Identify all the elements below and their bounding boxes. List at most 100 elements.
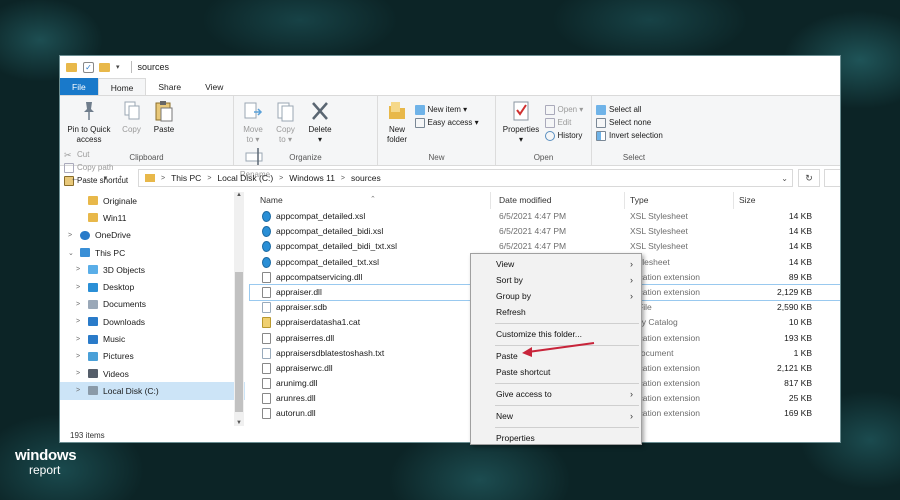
menu-item-label: New [496, 411, 514, 421]
properties-button[interactable]: Properties ▾ [500, 100, 542, 145]
breadcrumb-windows-11[interactable]: Windows 11 [289, 173, 335, 183]
nav-item-downloads[interactable]: > Downloads [60, 313, 245, 330]
address-dropdown-icon[interactable]: ⌄ [781, 174, 788, 183]
menu-item-label: Paste [496, 351, 518, 361]
quick-access-dropdown-icon[interactable]: ▾ [116, 63, 120, 71]
paste-label: Paste [153, 125, 175, 134]
new-item-icon [414, 104, 425, 115]
select-none-button[interactable]: Select none [596, 116, 663, 129]
invert-selection-icon [596, 130, 606, 141]
tab-view[interactable]: View [193, 78, 235, 95]
nav-item-label: 3D Objects [103, 264, 146, 275]
delete-label-2: ▾ [318, 135, 323, 144]
move-to-button[interactable]: Move to ▾ [238, 100, 268, 145]
column-divider[interactable] [624, 192, 625, 209]
nav-item-pictures[interactable]: > Pictures [60, 348, 245, 365]
nav-item-3d-objects[interactable]: >3D Objects [60, 261, 245, 278]
nav-item-documents[interactable]: > Documents [60, 296, 245, 313]
expand-icon[interactable]: > [76, 284, 80, 291]
menu-item-refresh[interactable]: Refresh [471, 304, 641, 320]
submenu-arrow-icon: › [630, 389, 633, 399]
breadcrumb-sources[interactable]: sources [351, 173, 381, 183]
status-bar: 193 items [70, 431, 105, 440]
file-size: 14 KB [788, 241, 812, 252]
tab-share[interactable]: Share [146, 78, 193, 95]
column-date-modified[interactable]: Date modified [499, 195, 551, 205]
nav-item-music[interactable]: > Music [60, 330, 245, 347]
new-folder-quick-icon[interactable] [99, 62, 110, 72]
easy-access-label: Easy access ▾ [427, 118, 479, 127]
nav-item-desktop[interactable]: > Desktop [60, 278, 245, 295]
menu-item-sort-by[interactable]: Sort by › [471, 272, 641, 288]
pin-quick-access-button[interactable]: Pin to Quick access [64, 100, 114, 145]
column-size[interactable]: Size [739, 195, 756, 205]
delete-button[interactable]: Delete ▾ [303, 100, 337, 145]
invert-selection-button[interactable]: Invert selection [596, 129, 663, 142]
table-row[interactable]: appcompat_detailed.xsl 6/5/2021 4:47 PM XS… [250, 209, 840, 224]
new-item-button[interactable]: New item ▾ [414, 103, 479, 116]
breadcrumb-local-disk[interactable]: Local Disk (C:) [217, 173, 273, 183]
column-type[interactable]: Type [630, 195, 648, 205]
expand-icon[interactable]: > [76, 266, 80, 273]
search-input[interactable] [824, 169, 840, 187]
address-bar[interactable]: > This PC > Local Disk (C:) > Windows 11… [138, 169, 793, 187]
copy-to-button[interactable]: Copy to ▾ [271, 100, 301, 145]
edit-button[interactable]: Edit [544, 116, 584, 129]
open-button[interactable]: Open ▾ [544, 103, 583, 116]
back-arrow-icon[interactable]: ← [68, 173, 83, 184]
column-divider[interactable] [733, 192, 734, 209]
tab-home[interactable]: Home [97, 78, 147, 95]
column-divider[interactable] [490, 192, 491, 209]
menu-item-properties[interactable]: Properties [471, 430, 641, 446]
scroll-up-icon[interactable]: ▲ [234, 192, 244, 198]
scroll-thumb[interactable] [235, 272, 243, 412]
tab-file[interactable]: File [60, 78, 98, 95]
scroll-down-icon[interactable]: ▼ [234, 420, 244, 426]
expand-icon[interactable]: ⌄ [68, 249, 74, 257]
file-name: appcompat_detailed_txt.xsl [276, 256, 380, 267]
ribbon-tabs: File Home Share View [60, 78, 840, 96]
column-name[interactable]: Name [260, 195, 283, 205]
expand-icon[interactable]: > [76, 387, 80, 394]
menu-item-give-access-to[interactable]: Give access to › [471, 386, 641, 402]
history-button[interactable]: History [544, 129, 584, 142]
recent-dropdown-icon[interactable]: ▾ [98, 174, 113, 182]
nav-item-originale[interactable]: Originale [60, 192, 245, 209]
select-all-button[interactable]: Select all [596, 103, 663, 116]
copy-button[interactable]: Copy [117, 100, 147, 135]
new-folder-button[interactable]: New folder [382, 100, 412, 145]
nav-item-win11[interactable]: Win11 [60, 209, 245, 226]
expand-icon[interactable]: > [76, 336, 80, 343]
file-size: 1 KB [793, 347, 812, 358]
expand-icon[interactable]: > [76, 301, 80, 308]
expand-icon[interactable]: > [76, 318, 80, 325]
properties-quick-icon[interactable]: ✓ [83, 61, 94, 73]
expand-icon[interactable]: > [68, 232, 72, 239]
nav-scrollbar[interactable]: ▲ ▼ [234, 192, 244, 426]
breadcrumb-this-pc[interactable]: This PC [171, 173, 201, 183]
menu-item-paste-shortcut[interactable]: Paste shortcut [471, 364, 641, 380]
file-type: XSL Stylesheet [630, 226, 688, 237]
refresh-icon[interactable]: ↻ [798, 169, 820, 187]
forward-arrow-icon[interactable]: → [83, 173, 98, 184]
expand-icon[interactable]: > [76, 353, 80, 360]
easy-access-button[interactable]: Easy access ▾ [414, 116, 479, 129]
open-small-buttons: Open ▾ Edit History [544, 103, 584, 142]
submenu-arrow-icon: › [630, 275, 633, 285]
nav-item-local-disk[interactable]: > Local Disk (C:) [60, 382, 245, 400]
paste-button[interactable]: Paste [149, 100, 179, 135]
table-row[interactable]: appcompat_detailed_bidi.xsl 6/5/2021 4:47… [250, 224, 840, 239]
copy-icon [124, 101, 140, 120]
expand-icon[interactable]: > [76, 370, 80, 377]
nav-item-videos[interactable]: > Videos [60, 365, 245, 382]
menu-item-new[interactable]: New › [471, 408, 641, 424]
up-arrow-icon[interactable]: ↑ [113, 173, 128, 184]
properties-label-1: Properties [502, 125, 540, 134]
menu-separator [495, 426, 639, 428]
nav-item-this-pc[interactable]: ⌄ This PC [60, 244, 245, 261]
menu-item-view[interactable]: View › [471, 256, 641, 272]
menu-item-group-by[interactable]: Group by › [471, 288, 641, 304]
file-name: arunimg.dll [276, 378, 318, 389]
nav-item-onedrive[interactable]: > OneDrive [60, 227, 245, 244]
edit-label: Edit [557, 118, 572, 127]
